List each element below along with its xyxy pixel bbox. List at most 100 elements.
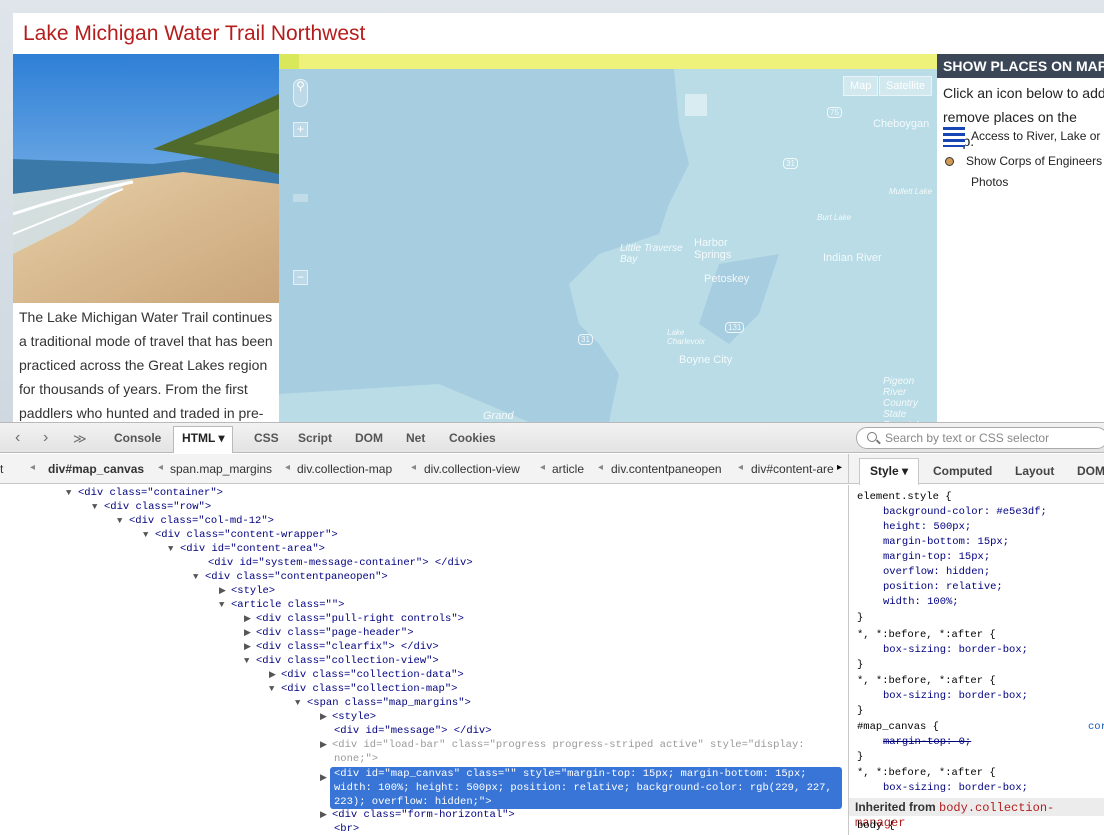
style-prop-overridden[interactable]: margin-top: 0; [883,735,971,749]
breadcrumb-overflow[interactable]: t [0,462,3,476]
tab-style[interactable]: Style ▾ [859,458,920,485]
console-toggle-icon[interactable]: ≫ [73,431,87,447]
style-prop[interactable]: overflow: hidden; [883,565,990,579]
zoom-slider-handle[interactable] [293,194,308,202]
tree-node[interactable]: ▶ <div class="page-header"> [244,626,414,640]
tab-cookies[interactable]: Cookies [449,431,496,445]
map-type-map-button[interactable]: Map [843,76,879,96]
style-selector-map-canvas[interactable]: #map_canvas { [857,720,939,734]
style-prop[interactable]: width: 100%; [883,595,959,609]
crumb-right-arrow-icon[interactable]: ▸ [837,462,842,473]
style-prop[interactable]: box-sizing: border-box; [883,643,1028,657]
style-prop[interactable]: height: 500px; [883,520,971,534]
tab-dom[interactable]: DOM [355,431,383,445]
tab-console[interactable]: Console [114,431,161,445]
tree-node[interactable]: ▶ <div class="form-horizontal"> [320,808,515,822]
style-prop[interactable]: margin-bottom: 15px; [883,535,1009,549]
site-title[interactable]: Lake Michigan Water Trail Northwest [23,22,365,46]
tab-layout[interactable]: Layout [1015,464,1054,478]
expanded-twisty-icon[interactable]: ▼ [269,682,281,696]
tree-node[interactable]: ▼ <div class="collection-view"> [244,654,439,668]
tree-node-text: <style> [231,585,276,597]
tree-node[interactable]: ▼ <div class="collection-map"> [269,682,457,696]
tab-html[interactable]: HTML ▾ [173,426,234,453]
expanded-twisty-icon[interactable]: ▼ [143,528,155,542]
sidebar-item-photos[interactable]: Photos [971,172,1008,193]
expanded-twisty-icon[interactable]: ▼ [295,696,307,710]
breadcrumb-item[interactable]: span.map_margins [170,462,272,476]
sidebar-item-water-access[interactable]: Access to River, Lake or St [943,126,1104,147]
tree-node[interactable]: none;"> [334,752,378,766]
style-prop[interactable]: background-color: #e5e3df; [883,505,1047,519]
tab-computed[interactable]: Computed [933,464,992,478]
collapsed-twisty-icon[interactable]: ▶ [269,668,281,682]
tab-net[interactable]: Net [406,431,425,445]
breadcrumb-item[interactable]: div.collection-map [297,462,392,476]
expanded-twisty-icon[interactable]: ▼ [219,598,231,612]
tree-node[interactable]: ▶ <div class="pull-right controls"> [244,612,464,626]
expanded-twisty-icon[interactable]: ▼ [244,654,256,668]
tree-node[interactable]: ▶ <div class="collection-data"> [269,668,464,682]
style-prop[interactable]: margin-top: 15px; [883,550,990,564]
collapsed-twisty-icon[interactable]: ▶ [244,612,256,626]
style-prop[interactable]: box-sizing: border-box; [883,781,1028,795]
tree-node[interactable]: ▶ <style> [219,584,275,598]
map-canvas[interactable]: Map Satellite ⚲ + − Cheboygan Mullett La… [279,54,937,422]
breadcrumb-item[interactable]: div.collection-view [424,462,520,476]
tree-node[interactable]: ▼ <div class="row"> [92,500,211,514]
tree-node[interactable]: ▶ <style> [320,710,376,724]
tree-node[interactable]: ▼ <div class="contentpaneopen"> [193,570,388,584]
corps-dot-icon[interactable] [945,157,954,167]
style-selector-element[interactable]: element.style { [857,490,952,504]
water-access-icon[interactable] [943,126,965,147]
zoom-out-button[interactable]: − [293,270,308,285]
breadcrumb-item[interactable]: article [552,462,584,476]
collapsed-twisty-icon[interactable]: ▶ [320,710,332,724]
tree-node[interactable]: ▼ <span class="map_margins"> [295,696,471,710]
forward-arrow-icon[interactable]: › [43,429,48,447]
tree-node[interactable]: ▼ <div class="container"> [66,486,223,500]
tree-node[interactable]: <div id="message"> </div> [334,724,492,738]
tree-node[interactable]: ▶ <div class="clearfix"> </div> [244,640,439,654]
breadcrumb-item[interactable]: div#content-are [751,462,834,476]
tab-css[interactable]: CSS [254,431,279,445]
pegman-icon[interactable]: ⚲ [293,79,308,107]
crumb-left-arrow-icon[interactable]: ◂ [30,462,35,473]
collapsed-twisty-icon[interactable]: ▶ [219,584,231,598]
tree-node[interactable]: ▶ <div id="load-bar" class="progress prog… [320,738,805,752]
style-prop[interactable]: position: relative; [883,580,1003,594]
expanded-twisty-icon[interactable]: ▼ [168,542,180,556]
style-selector-universal[interactable]: *, *:before, *:after { [857,628,996,642]
expanded-twisty-icon[interactable]: ▼ [117,514,129,528]
tree-node[interactable]: ▼ <div class="content-wrapper"> [143,528,338,542]
tree-node[interactable]: ▼ <div id="content-area"> [168,542,325,556]
style-selector-body[interactable]: body { [857,819,895,833]
collapsed-twisty-icon[interactable]: ▶ [244,626,256,640]
expanded-twisty-icon[interactable]: ▼ [92,500,104,514]
tree-node[interactable]: ▼ <div class="col-md-12"> [117,514,274,528]
breadcrumb-item[interactable]: div.contentpaneopen [611,462,722,476]
beach-marker-icon[interactable] [685,94,707,116]
style-prop[interactable]: box-sizing: border-box; [883,689,1028,703]
sidebar-item-corps[interactable]: Show Corps of Engineers [943,151,1102,172]
search-input[interactable]: Search by text or CSS selector [856,427,1104,449]
map-type-satellite-button[interactable]: Satellite [879,76,933,96]
tree-node[interactable]: <br> [334,822,359,835]
breadcrumb-item[interactable]: div#map_canvas [48,462,144,476]
style-selector-universal[interactable]: *, *:before, *:after { [857,674,996,688]
places-sidebar: SHOW PLACES ON MAP Click an icon below t… [937,54,1104,422]
tree-node[interactable]: ▼ <article class=""> [219,598,344,612]
selected-node-map-canvas[interactable]: <div id="map_canvas" class="" style="mar… [330,767,842,809]
back-arrow-icon[interactable]: ‹ [15,429,20,447]
collapsed-twisty-icon[interactable]: ▶ [244,640,256,654]
zoom-in-button[interactable]: + [293,122,308,137]
style-source-link[interactable]: cor [1088,720,1104,734]
expanded-twisty-icon[interactable]: ▼ [66,486,78,500]
tree-node[interactable]: <div id="system-message-container"> </di… [208,556,473,570]
expanded-twisty-icon[interactable]: ▼ [193,570,205,584]
collapsed-twisty-icon[interactable]: ▶ [320,738,332,752]
tab-script[interactable]: Script [298,431,332,445]
tab-side-dom[interactable]: DOM [1077,464,1104,478]
style-selector-universal[interactable]: *, *:before, *:after { [857,766,996,780]
collapsed-twisty-icon[interactable]: ▶ [320,808,332,822]
